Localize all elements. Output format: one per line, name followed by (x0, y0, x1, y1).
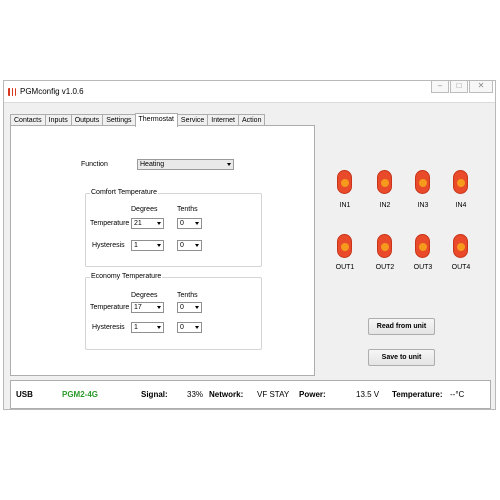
chevron-down-icon (195, 306, 199, 309)
economy-temperature-label: Temperature (90, 304, 130, 311)
thermostat-panel: Function Heating Comfort Temperature Deg… (10, 125, 315, 376)
economy-title: Economy Temperature (90, 273, 163, 280)
out3-led-icon (415, 234, 430, 258)
chevron-down-icon (157, 244, 161, 247)
economy-group: Economy Temperature Degrees Tenths Tempe… (85, 273, 262, 350)
device-model: PGM2-4G (62, 390, 99, 399)
out4-label: OUT4 (451, 264, 471, 271)
out2-label: OUT2 (375, 264, 395, 271)
temperature-label: Temperature: (392, 390, 443, 399)
chevron-down-icon (227, 163, 231, 166)
comfort-group: Comfort Temperature Degrees Tenths Tempe… (85, 189, 262, 267)
in4-led-icon (453, 170, 468, 194)
comfort-hysteresis-tenths-value: 0 (180, 242, 184, 249)
close-button[interactable]: ✕ (469, 81, 493, 93)
out1-label: OUT1 (335, 264, 355, 271)
economy-hysteresis-tenths-select[interactable]: 0 (177, 322, 202, 333)
temperature-value: --°C (450, 390, 465, 399)
comfort-degrees-label: Degrees (131, 206, 158, 213)
comfort-temperature-tenths-select[interactable]: 0 (177, 218, 202, 229)
function-value: Heating (140, 161, 165, 168)
economy-hysteresis-degrees-select[interactable]: 1 (131, 322, 164, 333)
in1-label: IN1 (339, 202, 351, 209)
chevron-down-icon (157, 326, 161, 329)
out1-led-icon (337, 234, 352, 258)
network-label: Network: (209, 390, 244, 399)
comfort-hysteresis-degrees-select[interactable]: 1 (131, 240, 164, 251)
connection-type: USB (16, 390, 33, 399)
maximize-button[interactable]: □ (450, 81, 468, 93)
status-bar: USB PGM2-4G Signal: 33% Network: VF STAY… (10, 380, 491, 409)
read-from-unit-button[interactable]: Read from unit (368, 318, 435, 335)
minimize-button[interactable]: – (431, 81, 449, 93)
tab-thermostat[interactable]: Thermostat (134, 113, 178, 127)
out4-led-icon (453, 234, 468, 258)
in3-led-icon (415, 170, 430, 194)
chevron-down-icon (195, 244, 199, 247)
in4-label: IN4 (455, 202, 467, 209)
power-label: Power: (299, 390, 326, 399)
economy-degrees-label: Degrees (131, 292, 158, 299)
economy-tenths-label: Tenths (177, 292, 198, 299)
signal-label: Signal: (141, 390, 168, 399)
chevron-down-icon (157, 306, 161, 309)
in3-label: IN3 (417, 202, 429, 209)
out3-label: OUT3 (413, 264, 433, 271)
economy-hysteresis-tenths-value: 0 (180, 324, 184, 331)
power-value: 13.5 V (356, 390, 380, 399)
function-label: Function (81, 161, 108, 168)
economy-temperature-degrees-select[interactable]: 17 (131, 302, 164, 313)
comfort-hysteresis-degrees-value: 1 (134, 242, 138, 249)
comfort-hysteresis-tenths-select[interactable]: 0 (177, 240, 202, 251)
chevron-down-icon (195, 222, 199, 225)
app-logo-icon (8, 88, 16, 96)
app-window: PGMconfig v1.0.6 – □ ✕ Contacts Inputs O… (3, 80, 496, 410)
comfort-temperature-tenths-value: 0 (180, 220, 184, 227)
economy-hysteresis-degrees-value: 1 (134, 324, 138, 331)
signal-value: 33% (187, 390, 204, 399)
comfort-title: Comfort Temperature (90, 189, 159, 196)
in1-led-icon (337, 170, 352, 194)
save-to-unit-button[interactable]: Save to unit (368, 349, 435, 366)
comfort-temperature-degrees-value: 21 (134, 220, 142, 227)
chevron-down-icon (157, 222, 161, 225)
economy-temperature-tenths-select[interactable]: 0 (177, 302, 202, 313)
out2-led-icon (377, 234, 392, 258)
window-controls: – □ ✕ (431, 81, 493, 93)
in2-led-icon (377, 170, 392, 194)
network-value: VF STAY (257, 390, 290, 399)
economy-temperature-tenths-value: 0 (180, 304, 184, 311)
function-select[interactable]: Heating (137, 159, 234, 170)
comfort-temperature-degrees-select[interactable]: 21 (131, 218, 164, 229)
chevron-down-icon (195, 326, 199, 329)
comfort-temperature-label: Temperature (90, 220, 130, 227)
economy-hysteresis-label: Hysteresis (92, 324, 125, 331)
economy-temperature-degrees-value: 17 (134, 304, 142, 311)
in2-label: IN2 (379, 202, 391, 209)
comfort-tenths-label: Tenths (177, 206, 198, 213)
title-bar: PGMconfig v1.0.6 – □ ✕ (4, 81, 495, 103)
comfort-hysteresis-label: Hysteresis (92, 242, 125, 249)
window-title: PGMconfig v1.0.6 (20, 87, 84, 96)
